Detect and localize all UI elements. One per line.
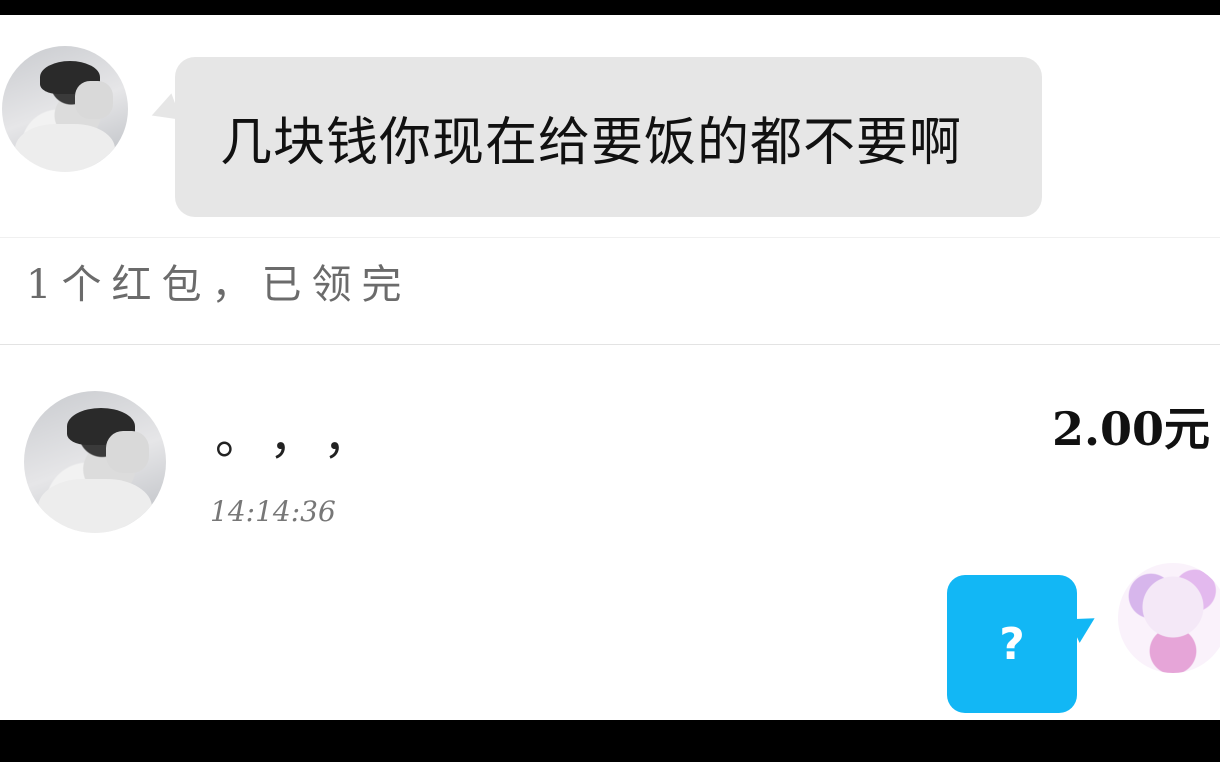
avatar-hand	[106, 430, 149, 474]
sent-message-bubble[interactable]: ?	[947, 575, 1077, 713]
chat-screen: 几块钱你现在给要饭的都不要啊 1个红包，已领完 。，， 14:14:36 2.0…	[0, 15, 1220, 720]
transfer-amount: 2.00元	[1051, 402, 1210, 456]
red-packet-card[interactable]: 1个红包，已领完	[0, 237, 1220, 346]
transfer-record-row[interactable]: 。，， 14:14:36 2.00元	[0, 345, 1220, 535]
received-message-bubble[interactable]: 几块钱你现在给要饭的都不要啊	[175, 57, 1042, 217]
avatar-shirt	[38, 479, 152, 533]
sent-message-text: ?	[999, 618, 1025, 670]
avatar-hand	[75, 81, 113, 120]
video-frame: 几块钱你现在给要饭的都不要啊 1个红包，已领完 。，， 14:14:36 2.0…	[0, 0, 1220, 762]
received-message-text: 几块钱你现在给要饭的都不要啊	[220, 112, 963, 173]
avatar-shirt	[14, 124, 116, 172]
contact-avatar[interactable]	[2, 46, 128, 172]
transfer-time: 14:14:36	[210, 495, 336, 528]
transfer-note: 。，，	[215, 409, 402, 465]
transfer-contact-avatar	[24, 391, 166, 533]
self-avatar[interactable]	[1118, 563, 1220, 673]
red-packet-status: 1个红包，已领完	[26, 262, 412, 308]
